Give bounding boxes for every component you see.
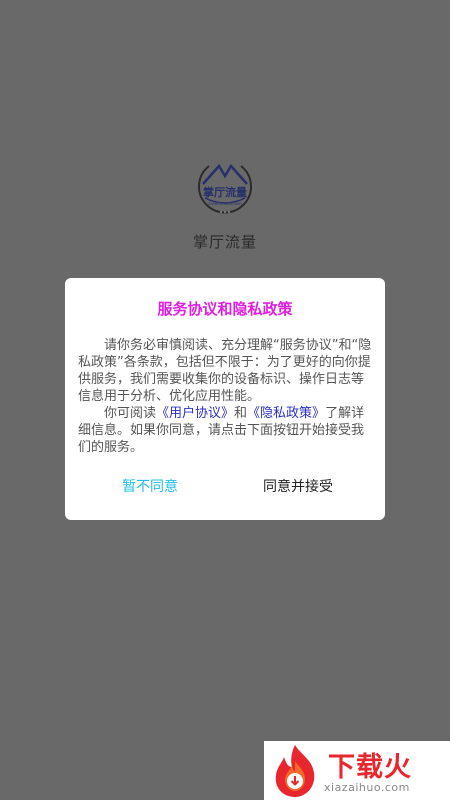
flame-logo-icon [275, 745, 315, 797]
dialog-title: 服务协议和隐私政策 [157, 300, 293, 318]
app-logo: 掌厅流量 ZHANGTINGLIULIANG [185, 160, 265, 224]
app-logo-graphic: 掌厅流量 ZHANGTINGLIULIANG [198, 163, 252, 214]
decline-button[interactable]: 暂不同意 [122, 476, 178, 496]
logo-text: 掌厅流量 [203, 185, 247, 199]
accept-button[interactable]: 同意并接受 [263, 476, 333, 496]
user-agreement-link[interactable]: 《用户协议》 [156, 406, 234, 421]
para2-prefix: 你可阅读 [104, 406, 157, 421]
para2-and: 和 [234, 406, 248, 421]
dialog-body: 请你务必审慎阅读、充分理解“服务协议”和“隐私政策”各条款，包括但不限于：为了更… [78, 337, 374, 456]
dialog-paragraph-1: 请你务必审慎阅读、充分理解“服务协议”和“隐私政策”各条款，包括但不限于：为了更… [78, 338, 372, 404]
watermark-badge: 下载火 xiazaihuo.com [264, 741, 450, 800]
watermark-url: xiazaihuo.com [324, 781, 410, 794]
watermark-text: 下载火 [328, 752, 412, 783]
logo-subtext: ZHANGTINGLIULIANG [208, 202, 243, 206]
app-name: 掌厅流量 [192, 233, 257, 251]
dialog-paragraph-2: 你可阅读《用户协议》和《隐私政策》了解详细信息。如果你同意，请点击下面按钮开始接… [78, 405, 374, 456]
privacy-dialog: 服务协议和隐私政策 请你务必审慎阅读、充分理解“服务协议”和“隐私政策”各条款，… [65, 278, 385, 520]
privacy-policy-link[interactable]: 《隐私政策》 [247, 406, 325, 421]
